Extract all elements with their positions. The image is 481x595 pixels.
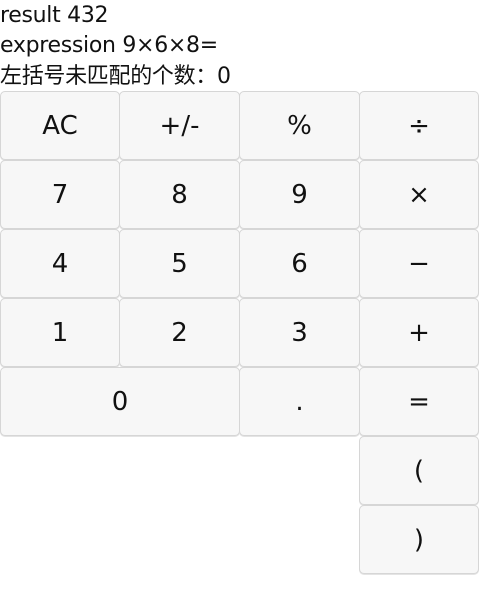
digit-1-button[interactable]: 1 [0,298,120,367]
digit-4-label: 4 [51,248,69,279]
plus-button[interactable]: + [359,298,479,367]
minus-button-label: − [408,248,430,279]
digit-0-label: 0 [111,386,129,417]
result-display: result 432 [0,3,109,28]
digit-5-label: 5 [171,248,188,279]
digit-2-button[interactable]: 2 [119,298,240,367]
digit-2-label: 2 [171,317,188,348]
open-paren-button[interactable]: ( [359,436,479,505]
percent-button[interactable]: % [239,91,360,160]
multiply-button-label: × [408,179,430,210]
plus-button-label: + [408,317,430,348]
digit-6-label: 6 [291,248,308,279]
percent-button-label: % [287,110,312,141]
negate-button-label: +/- [159,110,200,141]
digit-5-button[interactable]: 5 [119,229,240,298]
divide-button-label: ÷ [408,110,430,141]
digit-7-button[interactable]: 7 [0,160,120,229]
clear-button[interactable]: AC [0,91,120,160]
digit-9-label: 9 [291,179,308,210]
decimal-button[interactable]: . [239,367,360,436]
equals-button[interactable]: = [359,367,479,436]
digit-1-label: 1 [51,317,69,348]
unmatched-paren-count: 左括号未匹配的个数：0 [0,64,231,89]
close-paren-button[interactable]: ) [359,505,479,574]
expression-display: expression 9×6×8= [0,33,218,58]
negate-button[interactable]: +/- [119,91,240,160]
equals-button-label: = [408,386,430,417]
divide-button[interactable]: ÷ [359,91,479,160]
digit-7-label: 7 [51,179,69,210]
clear-button-label: AC [42,110,78,141]
digit-4-button[interactable]: 4 [0,229,120,298]
digit-3-label: 3 [291,317,308,348]
digit-8-button[interactable]: 8 [119,160,240,229]
multiply-button[interactable]: × [359,160,479,229]
digit-3-button[interactable]: 3 [239,298,360,367]
digit-0-button[interactable]: 0 [0,367,240,436]
open-paren-label: ( [413,455,425,486]
close-paren-label: ) [413,524,425,555]
digit-9-button[interactable]: 9 [239,160,360,229]
digit-8-label: 8 [171,179,188,210]
minus-button[interactable]: − [359,229,479,298]
decimal-button-label: . [295,386,304,417]
digit-6-button[interactable]: 6 [239,229,360,298]
